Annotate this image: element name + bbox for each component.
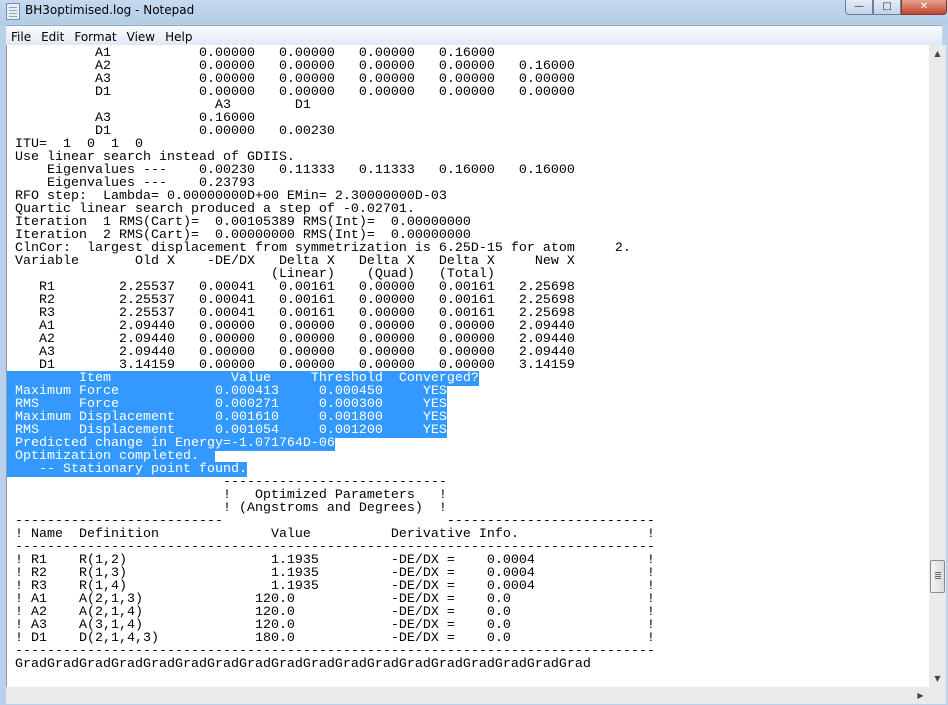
window-title: BH3optimised.log - Notepad xyxy=(25,3,195,17)
menu-view[interactable]: View xyxy=(122,28,160,44)
menu-format[interactable]: Format xyxy=(69,28,121,44)
text-editor[interactable]: A1 0.00000 0.00000 0.00000 0.16000 A2 0.… xyxy=(6,45,930,687)
text-line-content: GradGradGradGradGradGradGradGradGradGrad… xyxy=(7,657,591,672)
minimize-button[interactable]: — xyxy=(845,0,873,15)
scroll-up-arrow-icon[interactable]: ▲ xyxy=(929,45,946,62)
title-bar[interactable]: BH3optimised.log - Notepad — □ ✕ xyxy=(0,0,948,24)
horizontal-scrollbar[interactable]: ▶ xyxy=(6,687,929,704)
close-button[interactable]: ✕ xyxy=(901,0,947,15)
resize-grip[interactable] xyxy=(929,687,946,704)
scroll-down-arrow-icon[interactable]: ▼ xyxy=(929,670,946,687)
text-line: GradGradGradGradGradGradGradGradGradGrad… xyxy=(7,658,655,671)
notepad-icon xyxy=(6,3,20,20)
menu-file[interactable]: File xyxy=(6,28,36,44)
maximize-button[interactable]: □ xyxy=(873,0,901,15)
vertical-scroll-thumb[interactable] xyxy=(930,560,945,593)
menu-help[interactable]: Help xyxy=(160,28,197,44)
menu-bar: File Edit Format View Help xyxy=(6,25,942,45)
vertical-scrollbar[interactable]: ▲ ▼ xyxy=(929,45,946,687)
scroll-right-arrow-icon[interactable]: ▶ xyxy=(912,687,929,704)
document-text[interactable]: A1 0.00000 0.00000 0.00000 0.16000 A2 0.… xyxy=(7,47,655,671)
menu-edit[interactable]: Edit xyxy=(36,28,69,44)
